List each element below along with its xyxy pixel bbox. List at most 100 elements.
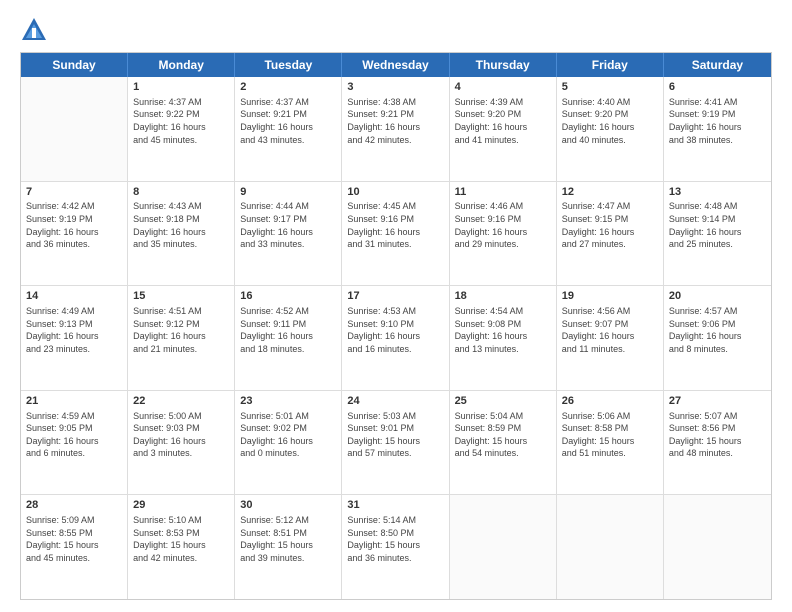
cell-text-2: Sunrise: 4:37 AMSunset: 9:21 PMDaylight:… (240, 96, 336, 146)
day-number-8: 8 (133, 185, 229, 200)
cal-cell-30: 30Sunrise: 5:12 AMSunset: 8:51 PMDayligh… (235, 495, 342, 599)
cal-cell-6: 6Sunrise: 4:41 AMSunset: 9:19 PMDaylight… (664, 77, 771, 181)
day-number-23: 23 (240, 394, 336, 409)
day-number-4: 4 (455, 80, 551, 95)
cell-text-22: Sunrise: 5:00 AMSunset: 9:03 PMDaylight:… (133, 410, 229, 460)
day-number-11: 11 (455, 185, 551, 200)
cal-cell-19: 19Sunrise: 4:56 AMSunset: 9:07 PMDayligh… (557, 286, 664, 390)
logo-icon (20, 16, 48, 44)
cal-header-friday: Friday (557, 53, 664, 77)
day-number-21: 21 (26, 394, 122, 409)
cell-text-20: Sunrise: 4:57 AMSunset: 9:06 PMDaylight:… (669, 305, 766, 355)
cell-text-15: Sunrise: 4:51 AMSunset: 9:12 PMDaylight:… (133, 305, 229, 355)
page: SundayMondayTuesdayWednesdayThursdayFrid… (0, 0, 792, 612)
day-number-18: 18 (455, 289, 551, 304)
cal-cell-15: 15Sunrise: 4:51 AMSunset: 9:12 PMDayligh… (128, 286, 235, 390)
cell-text-17: Sunrise: 4:53 AMSunset: 9:10 PMDaylight:… (347, 305, 443, 355)
cal-cell-25: 25Sunrise: 5:04 AMSunset: 8:59 PMDayligh… (450, 391, 557, 495)
cal-cell-23: 23Sunrise: 5:01 AMSunset: 9:02 PMDayligh… (235, 391, 342, 495)
cal-cell-4: 4Sunrise: 4:39 AMSunset: 9:20 PMDaylight… (450, 77, 557, 181)
cell-text-23: Sunrise: 5:01 AMSunset: 9:02 PMDaylight:… (240, 410, 336, 460)
cell-text-4: Sunrise: 4:39 AMSunset: 9:20 PMDaylight:… (455, 96, 551, 146)
day-number-28: 28 (26, 498, 122, 513)
cal-row-1: 7Sunrise: 4:42 AMSunset: 9:19 PMDaylight… (21, 182, 771, 287)
cal-cell-24: 24Sunrise: 5:03 AMSunset: 9:01 PMDayligh… (342, 391, 449, 495)
cal-cell-16: 16Sunrise: 4:52 AMSunset: 9:11 PMDayligh… (235, 286, 342, 390)
cal-cell-7: 7Sunrise: 4:42 AMSunset: 9:19 PMDaylight… (21, 182, 128, 286)
day-number-2: 2 (240, 80, 336, 95)
cal-header-saturday: Saturday (664, 53, 771, 77)
cal-cell-28: 28Sunrise: 5:09 AMSunset: 8:55 PMDayligh… (21, 495, 128, 599)
day-number-12: 12 (562, 185, 658, 200)
cell-text-14: Sunrise: 4:49 AMSunset: 9:13 PMDaylight:… (26, 305, 122, 355)
cell-text-19: Sunrise: 4:56 AMSunset: 9:07 PMDaylight:… (562, 305, 658, 355)
cal-cell-5: 5Sunrise: 4:40 AMSunset: 9:20 PMDaylight… (557, 77, 664, 181)
day-number-1: 1 (133, 80, 229, 95)
day-number-19: 19 (562, 289, 658, 304)
cal-cell-29: 29Sunrise: 5:10 AMSunset: 8:53 PMDayligh… (128, 495, 235, 599)
calendar-header-row: SundayMondayTuesdayWednesdayThursdayFrid… (21, 53, 771, 77)
cal-cell-12: 12Sunrise: 4:47 AMSunset: 9:15 PMDayligh… (557, 182, 664, 286)
day-number-30: 30 (240, 498, 336, 513)
day-number-9: 9 (240, 185, 336, 200)
cal-cell-21: 21Sunrise: 4:59 AMSunset: 9:05 PMDayligh… (21, 391, 128, 495)
cell-text-8: Sunrise: 4:43 AMSunset: 9:18 PMDaylight:… (133, 200, 229, 250)
cell-text-16: Sunrise: 4:52 AMSunset: 9:11 PMDaylight:… (240, 305, 336, 355)
day-number-7: 7 (26, 185, 122, 200)
cell-text-1: Sunrise: 4:37 AMSunset: 9:22 PMDaylight:… (133, 96, 229, 146)
day-number-20: 20 (669, 289, 766, 304)
day-number-16: 16 (240, 289, 336, 304)
cal-cell-8: 8Sunrise: 4:43 AMSunset: 9:18 PMDaylight… (128, 182, 235, 286)
day-number-29: 29 (133, 498, 229, 513)
cal-cell-empty-0-0 (21, 77, 128, 181)
cell-text-6: Sunrise: 4:41 AMSunset: 9:19 PMDaylight:… (669, 96, 766, 146)
day-number-27: 27 (669, 394, 766, 409)
day-number-15: 15 (133, 289, 229, 304)
cell-text-10: Sunrise: 4:45 AMSunset: 9:16 PMDaylight:… (347, 200, 443, 250)
header (20, 16, 772, 44)
cell-text-9: Sunrise: 4:44 AMSunset: 9:17 PMDaylight:… (240, 200, 336, 250)
calendar-body: 1Sunrise: 4:37 AMSunset: 9:22 PMDaylight… (21, 77, 771, 599)
cell-text-7: Sunrise: 4:42 AMSunset: 9:19 PMDaylight:… (26, 200, 122, 250)
cal-header-monday: Monday (128, 53, 235, 77)
day-number-31: 31 (347, 498, 443, 513)
cal-cell-9: 9Sunrise: 4:44 AMSunset: 9:17 PMDaylight… (235, 182, 342, 286)
cell-text-30: Sunrise: 5:12 AMSunset: 8:51 PMDaylight:… (240, 514, 336, 564)
cal-cell-2: 2Sunrise: 4:37 AMSunset: 9:21 PMDaylight… (235, 77, 342, 181)
day-number-5: 5 (562, 80, 658, 95)
cal-cell-20: 20Sunrise: 4:57 AMSunset: 9:06 PMDayligh… (664, 286, 771, 390)
cell-text-24: Sunrise: 5:03 AMSunset: 9:01 PMDaylight:… (347, 410, 443, 460)
logo (20, 16, 52, 44)
cal-header-sunday: Sunday (21, 53, 128, 77)
day-number-6: 6 (669, 80, 766, 95)
cal-cell-22: 22Sunrise: 5:00 AMSunset: 9:03 PMDayligh… (128, 391, 235, 495)
cell-text-5: Sunrise: 4:40 AMSunset: 9:20 PMDaylight:… (562, 96, 658, 146)
cal-cell-empty-4-5 (557, 495, 664, 599)
cell-text-28: Sunrise: 5:09 AMSunset: 8:55 PMDaylight:… (26, 514, 122, 564)
calendar: SundayMondayTuesdayWednesdayThursdayFrid… (20, 52, 772, 600)
cell-text-29: Sunrise: 5:10 AMSunset: 8:53 PMDaylight:… (133, 514, 229, 564)
day-number-14: 14 (26, 289, 122, 304)
cell-text-18: Sunrise: 4:54 AMSunset: 9:08 PMDaylight:… (455, 305, 551, 355)
cal-cell-empty-4-4 (450, 495, 557, 599)
cal-cell-31: 31Sunrise: 5:14 AMSunset: 8:50 PMDayligh… (342, 495, 449, 599)
cal-cell-10: 10Sunrise: 4:45 AMSunset: 9:16 PMDayligh… (342, 182, 449, 286)
cell-text-21: Sunrise: 4:59 AMSunset: 9:05 PMDaylight:… (26, 410, 122, 460)
cal-cell-13: 13Sunrise: 4:48 AMSunset: 9:14 PMDayligh… (664, 182, 771, 286)
cell-text-3: Sunrise: 4:38 AMSunset: 9:21 PMDaylight:… (347, 96, 443, 146)
day-number-17: 17 (347, 289, 443, 304)
cal-row-4: 28Sunrise: 5:09 AMSunset: 8:55 PMDayligh… (21, 495, 771, 599)
cal-row-3: 21Sunrise: 4:59 AMSunset: 9:05 PMDayligh… (21, 391, 771, 496)
cal-header-wednesday: Wednesday (342, 53, 449, 77)
day-number-10: 10 (347, 185, 443, 200)
cell-text-31: Sunrise: 5:14 AMSunset: 8:50 PMDaylight:… (347, 514, 443, 564)
day-number-24: 24 (347, 394, 443, 409)
cell-text-27: Sunrise: 5:07 AMSunset: 8:56 PMDaylight:… (669, 410, 766, 460)
cal-cell-empty-4-6 (664, 495, 771, 599)
cal-cell-18: 18Sunrise: 4:54 AMSunset: 9:08 PMDayligh… (450, 286, 557, 390)
cell-text-26: Sunrise: 5:06 AMSunset: 8:58 PMDaylight:… (562, 410, 658, 460)
cal-cell-1: 1Sunrise: 4:37 AMSunset: 9:22 PMDaylight… (128, 77, 235, 181)
cal-cell-17: 17Sunrise: 4:53 AMSunset: 9:10 PMDayligh… (342, 286, 449, 390)
day-number-3: 3 (347, 80, 443, 95)
cal-header-tuesday: Tuesday (235, 53, 342, 77)
